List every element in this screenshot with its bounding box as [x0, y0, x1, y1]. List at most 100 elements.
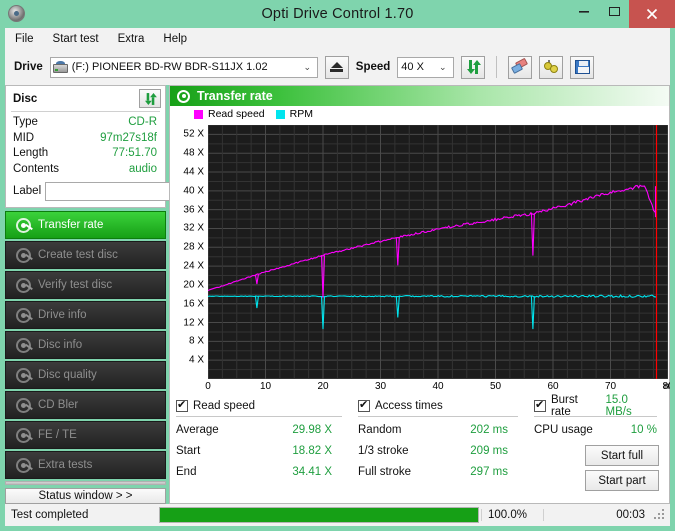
- disc-refresh-button[interactable]: [139, 89, 161, 108]
- chart-x-tick: 40: [432, 381, 443, 392]
- stat-row-cpu-usage: CPU usage 10 %: [534, 420, 663, 441]
- burst-rate-label: Burst rate: [551, 394, 601, 418]
- sidebar-item-label: Disc info: [38, 339, 82, 351]
- read-speed-checkbox[interactable]: [176, 400, 188, 412]
- disc-label-row: Label: [6, 177, 165, 207]
- divider: [11, 111, 160, 112]
- sidebar-item-disc-quality[interactable]: Disc quality: [5, 361, 166, 389]
- erase-button[interactable]: [508, 56, 532, 79]
- sidebar-item-verify-test-disc[interactable]: Verify test disc: [5, 271, 166, 299]
- sidebar-item-label: Verify test disc: [38, 279, 112, 291]
- status-text: Test completed: [5, 509, 157, 521]
- save-icon: [575, 60, 590, 74]
- burst-rate-checkbox-row[interactable]: Burst rate 15.0 MB/s: [534, 397, 663, 414]
- chart-y-tick: 8 X: [189, 336, 204, 347]
- chart-y-tick: 48 X: [183, 148, 204, 159]
- sidebar-item-label: FE / TE: [38, 429, 77, 441]
- chart-y-tick: 36 X: [183, 204, 204, 215]
- sidebar-item-disc-info[interactable]: Disc info: [5, 331, 166, 359]
- chart-y-tick: 12 X: [183, 317, 204, 328]
- window-title: Opti Drive Control 1.70: [0, 6, 675, 22]
- connection-button[interactable]: [539, 56, 563, 79]
- sidebar-item-label: CD Bler: [38, 399, 78, 411]
- eject-button[interactable]: [325, 56, 349, 79]
- app-window: Opti Drive Control 1.70 File Start test …: [0, 0, 675, 531]
- disc-drive-icon: [16, 308, 31, 323]
- sidebar-item-fe-te[interactable]: FE / TE: [5, 421, 166, 449]
- disc-test-icon: [16, 218, 31, 233]
- resize-grip[interactable]: [653, 509, 667, 521]
- burst-rate-value: 15.0 MB/s: [606, 394, 663, 418]
- chart-plot-area: [208, 125, 668, 379]
- disc-extra-icon: [16, 458, 31, 473]
- menu-item-help[interactable]: Help: [163, 33, 187, 45]
- divider: [534, 416, 657, 417]
- sidebar-item-label: Create test disc: [38, 249, 118, 261]
- disc-label-key: Label: [13, 185, 41, 197]
- read-speed-checkbox-row[interactable]: Read speed: [176, 397, 358, 414]
- disc-row-key: MID: [13, 131, 34, 147]
- stat-row-third-stroke: 1/3 stroke 209 ms: [358, 441, 534, 462]
- burst-rate-checkbox[interactable]: [534, 400, 546, 412]
- sidebar-item-transfer-rate[interactable]: Transfer rate: [5, 211, 166, 239]
- transfer-rate-chart: 4 X8 X12 X16 X20 X24 X28 X32 X36 X40 X44…: [170, 121, 669, 393]
- status-window-button[interactable]: Status window > >: [5, 488, 166, 504]
- burst-rate-buttons: Start full Start part: [534, 445, 663, 491]
- stat-row-average: Average 29.98 X: [176, 420, 358, 441]
- drive-select[interactable]: (F:) PIONEER BD-RW BDR-S11JX 1.02 ⌄: [50, 57, 318, 78]
- sidebar-item-extra-tests[interactable]: Extra tests: [5, 451, 166, 479]
- disc-row-value: CD-R: [128, 115, 157, 131]
- progress-fill: [160, 508, 478, 522]
- drive-icon: [53, 61, 68, 74]
- save-button[interactable]: [570, 56, 594, 79]
- chart-y-tick: 24 X: [183, 261, 204, 272]
- chart-y-axis: 4 X8 X12 X16 X20 X24 X28 X32 X36 X40 X44…: [170, 121, 206, 379]
- disc-row-value: audio: [129, 162, 157, 178]
- sidebar-item-create-test-disc[interactable]: Create test disc: [5, 241, 166, 269]
- chart-x-axis: min 01020304050607080: [208, 381, 675, 395]
- access-times-checkbox-row[interactable]: Access times: [358, 397, 534, 414]
- refresh-icon: [144, 93, 157, 105]
- refresh-button[interactable]: [461, 56, 485, 79]
- stat-key: Start: [176, 441, 292, 462]
- disc-panel-header: Disc: [6, 86, 165, 110]
- chart-y-tick: 4 X: [189, 355, 204, 366]
- content-panel: Transfer rate Read speed RPM 4 X8 X12 X1…: [169, 85, 670, 504]
- speed-select[interactable]: 40 X ⌄: [397, 57, 454, 78]
- stat-value: 297 ms: [470, 462, 534, 483]
- disc-verify-icon: [16, 278, 31, 293]
- stat-row-start: Start 18.82 X: [176, 441, 358, 462]
- disc-test-icon: [177, 90, 190, 103]
- refresh-icon: [466, 60, 481, 74]
- chart-y-tick: 52 X: [183, 129, 204, 140]
- access-times-label: Access times: [375, 400, 443, 412]
- stat-row-random: Random 202 ms: [358, 420, 534, 441]
- drive-label: Drive: [14, 61, 43, 73]
- chart-x-tick: 10: [260, 381, 271, 392]
- divider: [358, 416, 518, 417]
- chart-y-tick: 40 X: [183, 185, 204, 196]
- start-part-button[interactable]: Start part: [585, 470, 659, 491]
- menu-item-extra[interactable]: Extra: [118, 33, 145, 45]
- sidebar-item-drive-info[interactable]: Drive info: [5, 301, 166, 329]
- toolbar: Drive (F:) PIONEER BD-RW BDR-S11JX 1.02 …: [0, 49, 675, 85]
- status-bar: Test completed 100.0% 00:03: [0, 504, 675, 531]
- stat-key: Average: [176, 420, 292, 441]
- menu-item-file[interactable]: File: [15, 33, 34, 45]
- eject-icon: [330, 62, 343, 72]
- chart-x-tick: 60: [547, 381, 558, 392]
- access-times-checkbox[interactable]: [358, 400, 370, 412]
- sidebar: Disc Type CD-R MID 97m27s18f: [5, 85, 166, 504]
- title-bar: Opti Drive Control 1.70: [0, 0, 675, 28]
- legend-label-rpm: RPM: [290, 108, 313, 120]
- read-speed-label: Read speed: [193, 400, 255, 412]
- disc-row-key: Type: [13, 115, 38, 131]
- main-area: Disc Type CD-R MID 97m27s18f: [0, 85, 675, 504]
- disc-panel-title: Disc: [13, 93, 37, 105]
- sidebar-item-cd-bler[interactable]: CD Bler: [5, 391, 166, 419]
- start-full-button[interactable]: Start full: [585, 445, 659, 466]
- stat-key: Full stroke: [358, 462, 470, 483]
- menu-item-start-test[interactable]: Start test: [53, 33, 99, 45]
- chart-y-tick: 32 X: [183, 223, 204, 234]
- speed-select-value: 40 X: [401, 61, 435, 73]
